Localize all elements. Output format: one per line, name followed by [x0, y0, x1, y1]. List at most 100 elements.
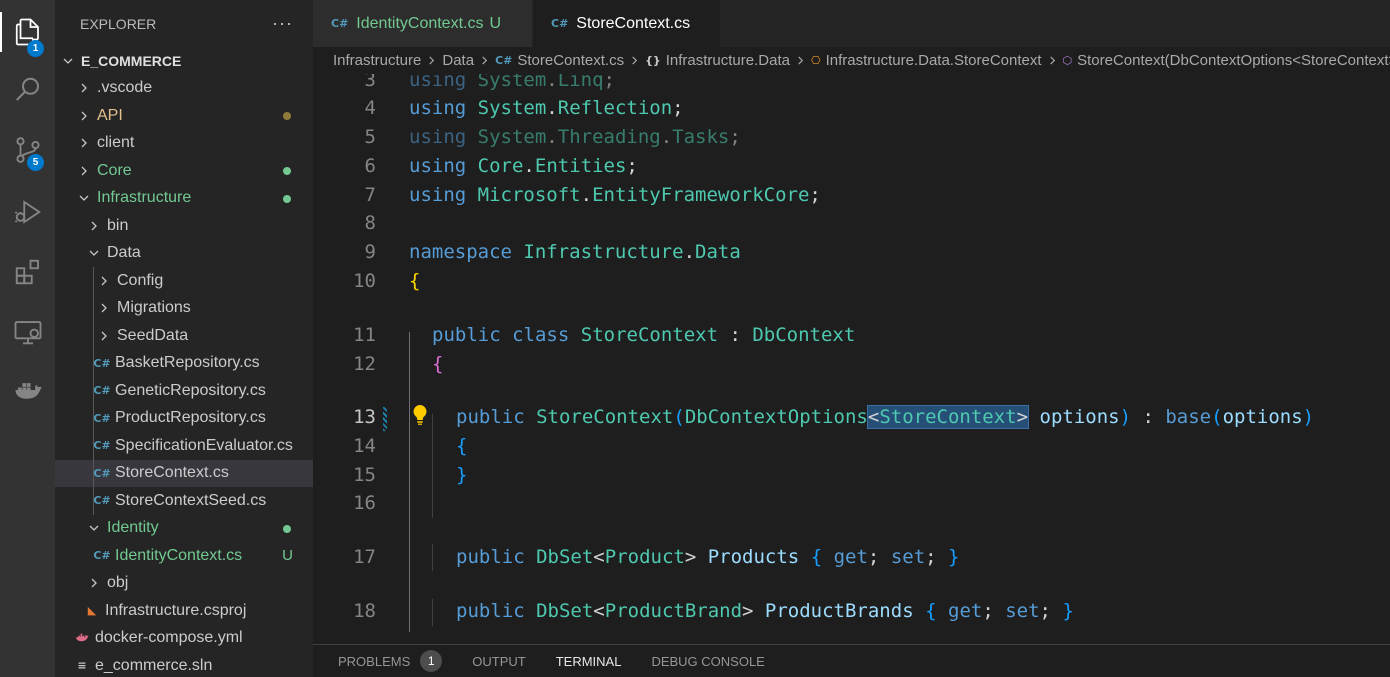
tree-file-productrepository[interactable]: C# ProductRepository.cs: [55, 404, 313, 432]
chevron-right-icon: [427, 56, 436, 65]
tree-file-geneticrepository[interactable]: C# GeneticRepository.cs: [55, 377, 313, 405]
tree-folder-seeddata[interactable]: SeedData: [55, 322, 313, 350]
tab-label: DEBUG CONSOLE: [651, 653, 765, 669]
csharp-file-icon: C#: [93, 439, 111, 453]
problems-count-badge: 1: [420, 650, 443, 672]
tree-item-label: Core: [97, 161, 132, 179]
csharp-file-icon: C#: [93, 411, 111, 425]
tab-label: TERMINAL: [555, 653, 622, 669]
chevron-right-icon: [77, 81, 91, 95]
tree-file-sln[interactable]: ≡ e_commerce.sln: [55, 652, 313, 677]
search-icon[interactable]: [0, 64, 55, 116]
line-number: 15: [353, 464, 376, 486]
tree-item-label: docker-compose.yml: [95, 629, 243, 647]
untracked-dot: [283, 167, 291, 175]
file-tree: E_COMMERCE .vscode API client Core Infra…: [55, 47, 313, 677]
chevron-down-icon: [87, 521, 101, 535]
code-editor[interactable]: 3 4 5 6 7 8 9 10 11 12 13 14 15 16 17 18…: [313, 74, 1390, 644]
tree-folder-obj[interactable]: obj: [55, 570, 313, 598]
breadcrumb-item[interactable]: Infrastructure.Data.StoreContext: [826, 52, 1042, 69]
code-line: {: [409, 270, 421, 292]
tree-file-docker-compose[interactable]: docker-compose.yml: [55, 625, 313, 653]
tree-folder-client[interactable]: client: [55, 130, 313, 158]
tab-storecontext[interactable]: C# StoreContext.cs: [533, 0, 721, 47]
breadcrumb: Infrastructure Data C# StoreContext.cs {…: [313, 47, 1390, 74]
chevron-right-icon: [630, 56, 639, 65]
tree-item-label: API: [97, 106, 123, 124]
editor-tab-bar: C# IdentityContext.cs U C# StoreContext.…: [313, 0, 1390, 47]
chevron-right-icon: [77, 164, 91, 178]
chevron-right-icon: [87, 219, 101, 233]
tree-folder-core[interactable]: Core: [55, 157, 313, 185]
tree-item-label: Infrastructure: [97, 189, 192, 207]
breadcrumb-item[interactable]: Infrastructure: [333, 52, 421, 69]
breadcrumb-item[interactable]: Data: [442, 52, 474, 69]
tree-item-label: IdentityContext.cs: [115, 546, 243, 564]
modified-dot: [283, 112, 291, 120]
extensions-icon[interactable]: [0, 246, 55, 298]
tree-folder-config[interactable]: Config: [55, 267, 313, 295]
more-actions-button[interactable]: ···: [272, 13, 293, 34]
tree-file-specificationevaluator[interactable]: C# SpecificationEvaluator.cs: [55, 432, 313, 460]
breadcrumb-item[interactable]: Infrastructure.Data: [666, 52, 790, 69]
csharp-file-icon: C#: [93, 356, 111, 370]
breadcrumb-item[interactable]: StoreContext(DbContextOptions<StoreConte…: [1077, 52, 1390, 69]
chevron-right-icon: [97, 301, 111, 315]
tree-folder-migrations[interactable]: Migrations: [55, 294, 313, 322]
untracked-dot: [283, 194, 291, 203]
tree-file-csproj[interactable]: ◣ Infrastructure.csproj: [55, 597, 313, 625]
code-line: public class StoreContext : DbContext: [432, 324, 856, 346]
tab-debug-console[interactable]: DEBUG CONSOLE: [651, 645, 764, 677]
tree-folder-vscode[interactable]: .vscode: [55, 75, 313, 103]
tab-terminal[interactable]: TERMINAL: [556, 645, 622, 677]
line-number: 4: [364, 97, 376, 119]
tree-item-label: ProductRepository.cs: [115, 409, 266, 427]
run-debug-icon[interactable]: [0, 186, 55, 238]
code-line: namespace Infrastructure.Data: [409, 241, 741, 263]
explorer-header: EXPLORER ···: [55, 0, 313, 47]
tree-file-storecontext[interactable]: C# StoreContext.cs: [55, 459, 313, 487]
line-number-current: 13: [353, 406, 376, 428]
tree-item-label: SeedData: [117, 326, 189, 344]
tree-item-label: e_commerce.sln: [95, 656, 213, 674]
source-control-icon[interactable]: 5: [0, 124, 55, 176]
chevron-right-icon: [77, 109, 91, 123]
breadcrumb-item[interactable]: StoreContext.cs: [517, 52, 624, 69]
tree-file-basketrepository[interactable]: C# BasketRepository.cs: [55, 349, 313, 377]
chevron-right-icon: [1048, 56, 1057, 65]
code-line: public StoreContext(DbContextOptions<Sto…: [456, 405, 1315, 429]
tree-file-identitycontext[interactable]: C# IdentityContext.cs U: [55, 542, 313, 570]
lightbulb-icon[interactable]: [411, 404, 429, 426]
code-line: public DbSet<Product> Products { get; se…: [456, 546, 960, 568]
tab-identitycontext[interactable]: C# IdentityContext.cs U: [313, 0, 533, 47]
csharp-file-icon: C#: [551, 17, 569, 30]
tab-label: OUTPUT: [472, 653, 526, 669]
explorer-badge: 1: [27, 40, 44, 57]
code-line: using System.Reflection;: [409, 97, 684, 119]
explorer-icon[interactable]: 1: [0, 6, 55, 58]
tab-problems[interactable]: PROBLEMS 1: [338, 645, 443, 677]
docker-icon[interactable]: [0, 364, 55, 416]
remote-explorer-icon[interactable]: [0, 306, 55, 358]
tree-item-label: Config: [117, 271, 164, 289]
explorer-title: EXPLORER: [80, 15, 157, 32]
tree-folder-infrastructure[interactable]: Infrastructure: [55, 185, 313, 213]
tree-folder-api[interactable]: API: [55, 102, 313, 130]
activity-bar: 1 5: [0, 0, 55, 677]
tab-label: StoreContext.cs: [576, 14, 691, 32]
code-line: {: [432, 353, 444, 375]
code-line: using Microsoft.EntityFrameworkCore;: [409, 184, 821, 206]
tab-output[interactable]: OUTPUT: [472, 645, 525, 677]
csharp-file-icon: C#: [495, 54, 513, 67]
tree-file-storecontextseed[interactable]: C# StoreContextSeed.cs: [55, 487, 313, 515]
code-line: public DbSet<ProductBrand> ProductBrands…: [456, 600, 1074, 622]
workspace-root[interactable]: E_COMMERCE: [55, 47, 313, 75]
tree-item-label: StoreContextSeed.cs: [115, 491, 267, 509]
tree-folder-identity[interactable]: Identity: [55, 515, 313, 543]
code-line: using Core.Entities;: [409, 155, 638, 177]
chevron-down-icon: [77, 191, 91, 205]
namespace-icon: {}: [645, 54, 661, 67]
chevron-down-icon: [87, 246, 101, 260]
tree-folder-data[interactable]: Data: [55, 240, 313, 268]
tree-folder-bin[interactable]: bin: [55, 212, 313, 240]
